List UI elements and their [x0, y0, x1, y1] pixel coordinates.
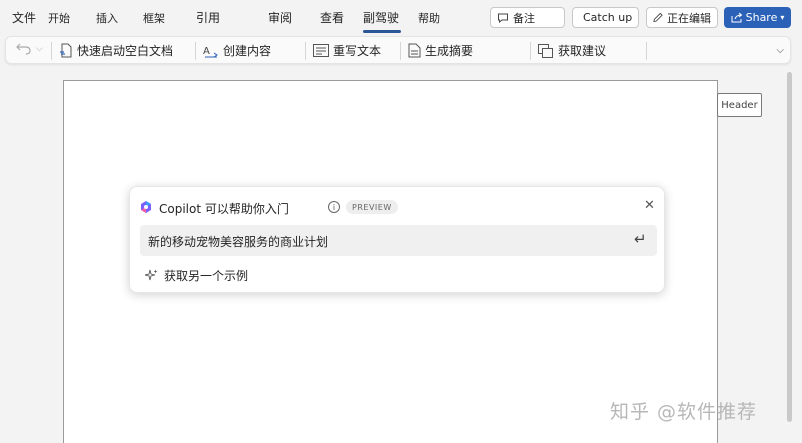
sparkle-icon	[145, 269, 158, 281]
rewrite-text-button[interactable]: 重写文本	[313, 42, 381, 59]
editing-label: 正在编辑	[667, 11, 711, 25]
quick-start-button[interactable]: 快速启动空白文档	[59, 42, 173, 59]
copilot-prompt-suggestion[interactable]: 新的移动宠物美容服务的商业计划 ↵	[140, 225, 657, 256]
another-example-button[interactable]: 获取另一个示例	[145, 267, 248, 284]
share-button[interactable]: Share ▾	[724, 7, 791, 28]
undo-button[interactable]: ⌵	[16, 42, 43, 56]
menu-help[interactable]: 帮助	[418, 10, 440, 26]
get-suggestions-button[interactable]: 获取建议	[538, 42, 606, 59]
catch-up-button[interactable]: Catch up	[572, 7, 639, 28]
menu-home[interactable]: 开始	[48, 10, 70, 26]
rewrite-icon	[313, 44, 329, 57]
comment-icon	[498, 13, 508, 23]
close-icon[interactable]: ✕	[644, 198, 655, 213]
copilot-logo	[141, 201, 151, 213]
generate-summary-button[interactable]: 生成摘要	[408, 42, 473, 59]
comments-label: 备注	[513, 11, 535, 25]
divider	[195, 42, 196, 60]
vertical-scrollbar[interactable]	[787, 72, 792, 422]
menu-references[interactable]: 引用	[196, 9, 220, 26]
summary-icon	[408, 43, 421, 58]
ribbon-expand-chevron-icon[interactable]: ⌵	[776, 45, 784, 56]
divider	[305, 42, 306, 60]
copilot-title: Copilot 可以帮助你入门	[159, 202, 289, 216]
editing-mode-button[interactable]: 正在编辑	[646, 7, 718, 28]
quick-start-label: 快速启动空白文档	[77, 44, 174, 58]
enter-icon[interactable]: ↵	[634, 230, 647, 248]
divider	[51, 42, 52, 60]
divider	[400, 42, 401, 60]
create-content-button[interactable]: A 创建内容	[203, 42, 271, 59]
catch-up-label: Catch up	[583, 11, 633, 24]
svg-text:A: A	[203, 46, 210, 57]
menu-review[interactable]: 审阅	[268, 9, 292, 26]
menu-view[interactable]: 查看	[320, 9, 344, 26]
menu-layout[interactable]: 框架	[143, 10, 165, 26]
divider	[530, 42, 531, 60]
undo-icon	[16, 43, 31, 55]
comments-button[interactable]: 备注	[490, 7, 565, 28]
create-content-icon: A	[203, 46, 218, 57]
pencil-icon	[653, 12, 663, 23]
quick-doc-icon	[60, 43, 72, 58]
copilot-card: Copilot 可以帮助你入门 i PREVIEW ✕ 新的移动宠物美容服务的商…	[129, 186, 665, 293]
chevron-down-icon: ⌵	[36, 44, 43, 54]
header-tag[interactable]: Header	[717, 93, 762, 117]
get-suggestions-label: 获取建议	[558, 44, 607, 58]
suggestions-icon	[538, 43, 553, 58]
share-icon	[731, 12, 742, 23]
generate-summary-label: 生成摘要	[425, 44, 474, 58]
menu-bar: 文件 开始 插入 框架 引用 审阅 查看 副驾驶 帮助 备注 Catch up …	[0, 0, 802, 34]
menu-file[interactable]: 文件	[12, 9, 36, 26]
share-label: Share	[745, 11, 778, 24]
ribbon-toolbar: ⌵ 快速启动空白文档 A 创建内容 重写文本 生成摘要 获取建议 ⌵	[5, 36, 791, 64]
another-example-label: 获取另一个示例	[164, 269, 249, 283]
watermark: 知乎 @软件推荐	[610, 401, 758, 423]
active-tab-indicator	[363, 30, 401, 33]
menu-copilot[interactable]: 副驾驶	[363, 9, 399, 26]
menu-insert[interactable]: 插入	[96, 10, 118, 26]
info-icon[interactable]: i	[328, 201, 340, 213]
create-content-label: 创建内容	[223, 44, 272, 58]
divider	[646, 42, 647, 60]
chevron-down-icon: ▾	[780, 13, 785, 22]
rewrite-text-label: 重写文本	[333, 44, 382, 58]
preview-badge: PREVIEW	[346, 200, 398, 214]
prompt-text: 新的移动宠物美容服务的商业计划	[148, 235, 329, 249]
